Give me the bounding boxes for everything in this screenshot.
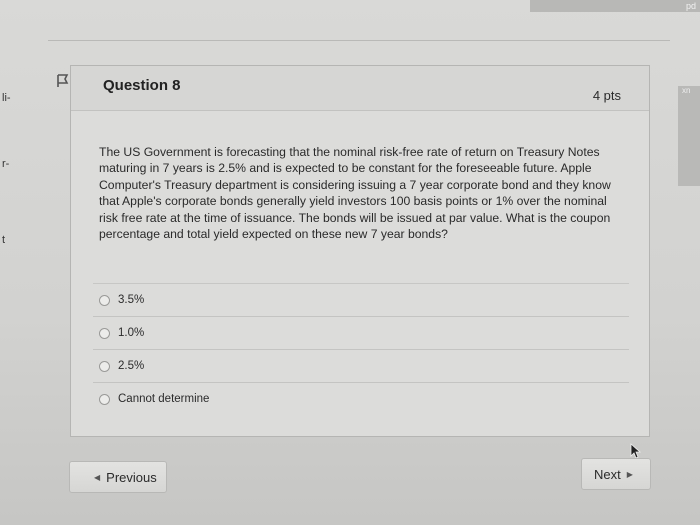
answer-option[interactable]: Cannot determine [93, 382, 629, 415]
question-points: 4 pts [592, 88, 621, 103]
question-title: Question 8 [103, 77, 181, 94]
triangle-left-icon: ◀ [94, 472, 101, 482]
side-fragment-right-text: xn [682, 86, 691, 95]
answer-label: Cannot determine [118, 393, 210, 405]
previous-label: Previous [106, 469, 157, 485]
answer-label: 1.0% [118, 327, 145, 339]
divider [48, 40, 670, 41]
previous-button[interactable]: ◀ Previous [69, 461, 167, 493]
flag-icon[interactable] [56, 74, 70, 88]
question-card: Question 8 4 pts The US Government is fo… [70, 65, 650, 437]
answer-list: 3.5% 1.0% 2.5% Cannot determine [93, 283, 629, 415]
screen: pd li- r- t xn Question 8 4 pts The US G… [0, 0, 700, 525]
radio-button[interactable] [99, 360, 110, 372]
triangle-right-icon: ▶ [626, 469, 633, 479]
corner-text: pd [685, 1, 696, 11]
radio-button[interactable] [99, 294, 110, 306]
question-text: The US Government is forecasting that th… [99, 145, 611, 242]
side-fragment-1: li- [2, 92, 11, 104]
question-header: Question 8 4 pts [71, 66, 649, 111]
cursor-icon [630, 443, 642, 459]
next-button[interactable]: Next ▶ [581, 458, 651, 490]
answer-option[interactable]: 2.5% [93, 349, 629, 382]
answer-label: 3.5% [118, 294, 145, 306]
side-fragment-2: r- [2, 158, 10, 170]
side-fragment-3: t [2, 234, 6, 246]
side-fragment-right: xn [678, 86, 700, 186]
next-label: Next [594, 466, 621, 482]
answer-option[interactable]: 3.5% [93, 283, 629, 316]
browser-corner-chip: pd [530, 0, 700, 12]
answer-label: 2.5% [118, 360, 145, 372]
radio-button[interactable] [99, 327, 110, 339]
answer-option[interactable]: 1.0% [93, 316, 629, 349]
radio-button[interactable] [99, 393, 110, 405]
